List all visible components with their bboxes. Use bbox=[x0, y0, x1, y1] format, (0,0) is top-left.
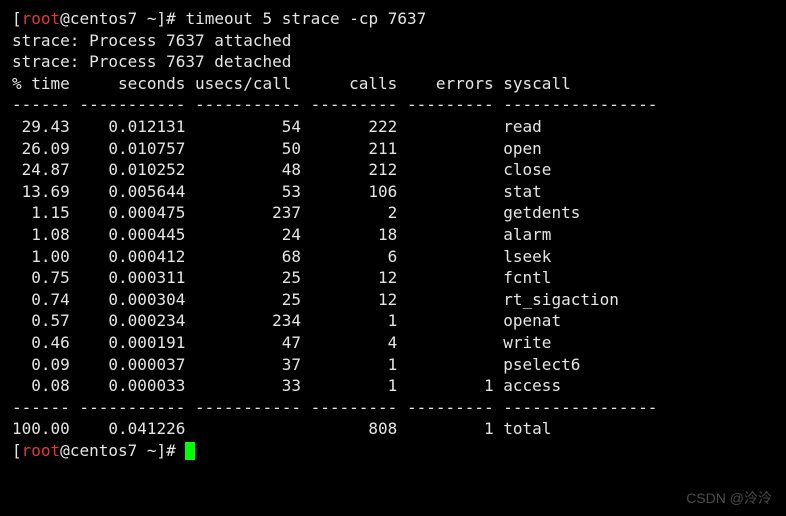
table-row: 26.09 0.010757 50 211 open bbox=[12, 138, 774, 160]
prompt-space bbox=[137, 9, 147, 28]
table-row: 29.43 0.012131 54 222 read bbox=[12, 116, 774, 138]
cursor bbox=[185, 442, 195, 460]
strace-status-line: strace: Process 7637 detached bbox=[12, 51, 774, 73]
table-row: 0.46 0.000191 47 4 write bbox=[12, 332, 774, 354]
table-row: 1.08 0.000445 24 18 alarm bbox=[12, 224, 774, 246]
command-line[interactable]: [root@centos7 ~]# bbox=[12, 440, 774, 462]
command-line[interactable]: [root@centos7 ~]# timeout 5 strace -cp 7… bbox=[12, 8, 774, 30]
prompt-cwd: ~ bbox=[147, 9, 157, 28]
table-separator: ------ ----------- ----------- ---------… bbox=[12, 94, 774, 116]
prompt-user: root bbox=[22, 9, 61, 28]
strace-status-line: strace: Process 7637 attached bbox=[12, 30, 774, 52]
prompt-host: centos7 bbox=[70, 9, 137, 28]
prompt-space bbox=[137, 441, 147, 460]
table-row: 24.87 0.010252 48 212 close bbox=[12, 159, 774, 181]
table-row: 0.74 0.000304 25 12 rt_sigaction bbox=[12, 289, 774, 311]
prompt-at: @ bbox=[60, 441, 70, 460]
table-row: 0.09 0.000037 37 1 pselect6 bbox=[12, 354, 774, 376]
table-separator: ------ ----------- ----------- ---------… bbox=[12, 397, 774, 419]
prompt-open-bracket: [ bbox=[12, 441, 22, 460]
table-row: 0.08 0.000033 33 1 1 access bbox=[12, 375, 774, 397]
prompt-host: centos7 bbox=[70, 441, 137, 460]
prompt-close-bracket: ] bbox=[157, 441, 167, 460]
prompt-symbol: # bbox=[166, 441, 176, 460]
table-row: 1.00 0.000412 68 6 lseek bbox=[12, 246, 774, 268]
prompt-at: @ bbox=[60, 9, 70, 28]
prompt-symbol: # bbox=[166, 9, 176, 28]
prompt-close-bracket: ] bbox=[157, 9, 167, 28]
table-row: 13.69 0.005644 53 106 stat bbox=[12, 181, 774, 203]
command-text: timeout 5 strace -cp 7637 bbox=[185, 9, 426, 28]
table-row: 0.75 0.000311 25 12 fcntl bbox=[12, 267, 774, 289]
table-header: % time seconds usecs/call calls errors s… bbox=[12, 73, 774, 95]
table-total-row: 100.00 0.041226 808 1 total bbox=[12, 418, 774, 440]
terminal-output: [root@centos7 ~]# timeout 5 strace -cp 7… bbox=[12, 8, 774, 461]
watermark: CSDN @泠泠 bbox=[686, 489, 772, 508]
prompt-user: root bbox=[22, 441, 61, 460]
table-row: 0.57 0.000234 234 1 openat bbox=[12, 310, 774, 332]
prompt-open-bracket: [ bbox=[12, 9, 22, 28]
table-row: 1.15 0.000475 237 2 getdents bbox=[12, 202, 774, 224]
prompt-cwd: ~ bbox=[147, 441, 157, 460]
